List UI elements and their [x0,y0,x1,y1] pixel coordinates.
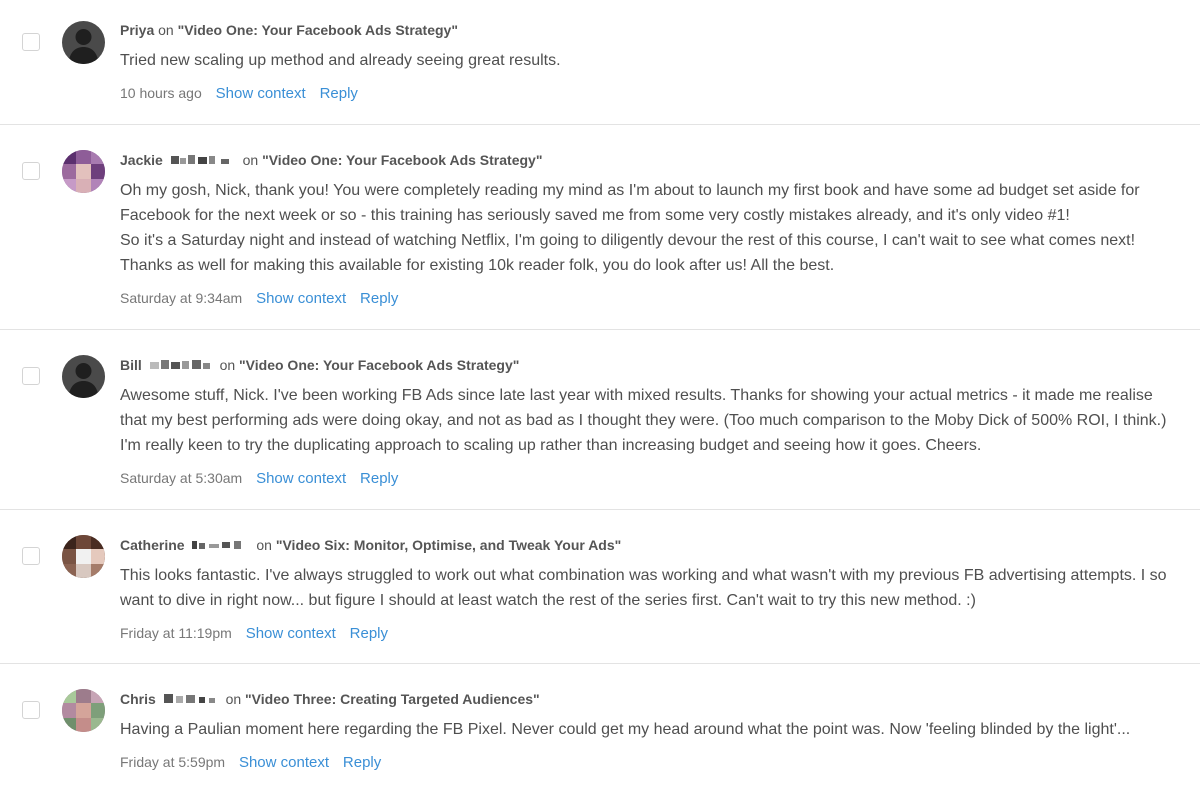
show-context-link[interactable]: Show context [256,470,346,487]
timestamp: Saturday at 5:30am [120,470,243,486]
reply-link[interactable]: Reply [350,625,388,642]
select-checkbox[interactable] [22,547,40,565]
default-avatar-icon [62,21,105,64]
author-name: Jackie [120,152,163,168]
comment-body: Tried new scaling up method and already … [120,48,1170,73]
select-checkbox[interactable] [22,701,40,719]
on-label: on [225,691,242,707]
comment-meta: Priya on "Video One: Your Facebook Ads S… [120,20,1170,40]
comment-text: So it's a Saturday night and instead of … [120,232,1136,274]
reply-link[interactable]: Reply [320,85,358,102]
select-checkbox[interactable] [22,162,40,180]
comment-meta: Bill on "Video One: Your Facebook Ads St… [120,355,1170,375]
timestamp: Friday at 11:19pm [120,625,232,641]
comment-meta: Jackie on "Video One: Your Facebook Ads … [120,150,1170,170]
author-name: Chris [120,691,156,707]
comment-body: Oh my gosh, Nick, thank you! You were co… [120,178,1170,278]
comment-actions: Saturday at 9:34am Show context Reply [120,288,1170,309]
author-name: Priya [120,22,155,38]
on-label: on [219,357,236,373]
select-checkbox[interactable] [22,367,40,385]
comment-text: Having a Paulian moment here regarding t… [120,721,1131,738]
reply-link[interactable]: Reply [360,470,398,487]
comment-item: Chris on "Video Three: Creating Targeted… [0,664,1200,786]
comment-text: This looks fantastic. I've always strugg… [120,567,1167,609]
comment-item: Bill on "Video One: Your Facebook Ads St… [0,330,1200,510]
comment-meta: Chris on "Video Three: Creating Targeted… [120,689,1170,709]
timestamp: 10 hours ago [120,85,202,101]
redacted-name [149,360,210,370]
author-name: Bill [120,357,142,373]
show-context-link[interactable]: Show context [216,85,306,102]
on-label: on [242,152,259,168]
avatar [62,689,105,732]
timestamp: Friday at 5:59pm [120,754,226,770]
show-context-link[interactable]: Show context [256,290,346,307]
comment-actions: Friday at 5:59pm Show context Reply [120,752,1170,773]
photo-avatar [62,150,105,193]
comment-text: Tried new scaling up method and already … [120,52,561,69]
avatar [62,21,105,64]
comment-body: Awesome stuff, Nick. I've been working F… [120,383,1170,458]
comment-actions: Friday at 11:19pm Show context Reply [120,623,1170,644]
post-title[interactable]: "Video One: Your Facebook Ads Strategy" [262,152,542,168]
post-title[interactable]: "Video Six: Monitor, Optimise, and Tweak… [276,537,621,553]
comment-item: Catherine on "Video Six: Monitor, Optimi… [0,510,1200,664]
comment-body: This looks fantastic. I've always strugg… [120,563,1170,613]
avatar [62,535,105,578]
reply-link[interactable]: Reply [343,754,381,771]
post-title[interactable]: "Video One: Your Facebook Ads Strategy" [178,22,458,38]
post-title[interactable]: "Video One: Your Facebook Ads Strategy" [239,357,519,373]
reply-link[interactable]: Reply [360,290,398,307]
show-context-link[interactable]: Show context [246,625,336,642]
author-name: Catherine [120,537,185,553]
avatar [62,150,105,193]
comment-actions: Saturday at 5:30am Show context Reply [120,468,1170,489]
comment-text: Oh my gosh, Nick, thank you! You were co… [120,182,1140,224]
avatar [62,355,105,398]
comment-meta: Catherine on "Video Six: Monitor, Optimi… [120,535,1170,555]
comment-text: Awesome stuff, Nick. I've been working F… [120,387,1167,454]
post-title[interactable]: "Video Three: Creating Targeted Audience… [245,691,540,707]
on-label: on [158,22,174,38]
select-checkbox[interactable] [22,33,40,51]
redacted-name [163,694,215,704]
timestamp: Saturday at 9:34am [120,290,243,306]
photo-avatar [62,689,105,732]
default-avatar-icon [62,355,105,398]
show-context-link[interactable]: Show context [239,754,329,771]
comment-item: Priya on "Video One: Your Facebook Ads S… [0,0,1200,125]
comment-actions: 10 hours ago Show context Reply [120,83,1170,104]
redacted-name [192,541,242,550]
comment-body: Having a Paulian moment here regarding t… [120,717,1170,742]
on-label: on [256,537,272,553]
redacted-name [170,155,229,165]
comment-item: Jackie on "Video One: Your Facebook Ads … [0,125,1200,330]
photo-avatar [62,535,105,578]
